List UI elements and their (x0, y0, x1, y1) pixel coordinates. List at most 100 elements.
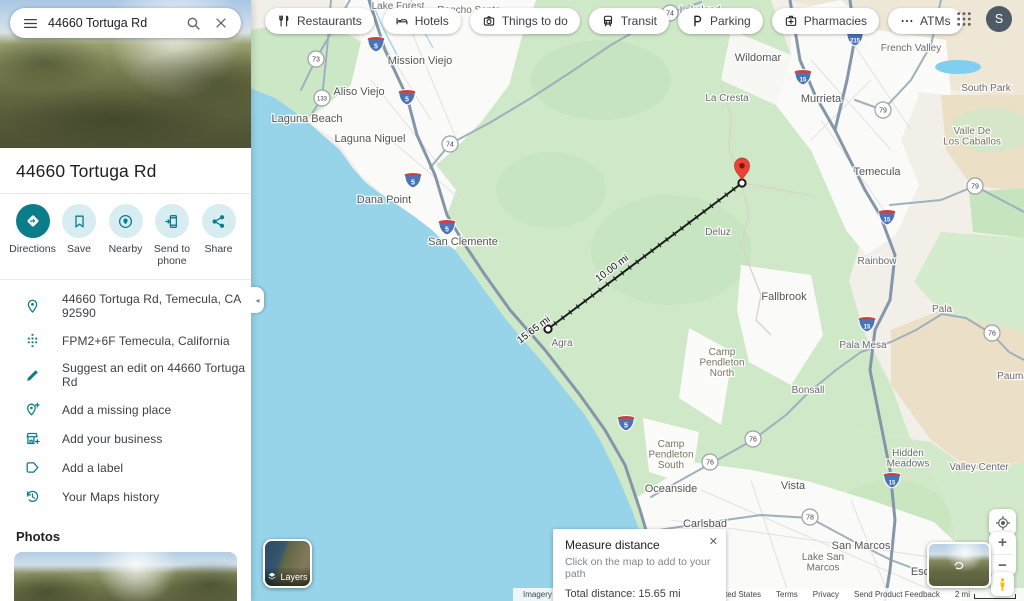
detail-text: Add a missing place (62, 403, 171, 417)
route-shield-76: 76 (745, 431, 761, 447)
place-title-block: 44660 Tortuga Rd (0, 148, 251, 194)
detail-text: Suggest an edit on 44660 Tortuga Rd (62, 361, 251, 389)
action-label: Nearby (109, 243, 143, 255)
svg-text:76: 76 (988, 331, 996, 338)
route-shield-78: 78 (802, 509, 818, 525)
measure-popup-title: Measure distance (565, 538, 714, 552)
chip-label: Hotels (415, 14, 449, 28)
detail-row[interactable]: Your Maps history (0, 482, 251, 511)
svg-text:5: 5 (405, 97, 409, 104)
label-icon (24, 459, 41, 476)
map-top-right: S (956, 6, 1012, 32)
detail-row[interactable]: 44660 Tortuga Rd, Temecula, CA 92590 (0, 286, 251, 326)
account-avatar[interactable]: S (986, 6, 1012, 32)
search-icon[interactable] (183, 13, 203, 33)
chip-label: Restaurants (297, 14, 362, 28)
pharmacies-icon (784, 14, 798, 28)
directions-icon (16, 204, 50, 238)
action-send-to-phone[interactable]: Send to phone (150, 204, 195, 267)
detail-text: Your Maps history (62, 490, 159, 504)
place-hero-photo[interactable] (0, 0, 251, 148)
chip-hotels[interactable]: Hotels (383, 8, 461, 34)
chip-label: Pharmacies (804, 14, 867, 28)
map-label: Pauma (997, 371, 1024, 382)
map-label: San Clemente (428, 236, 498, 248)
photos-heading: Photos (0, 515, 251, 552)
chip-transit[interactable]: Transit (589, 8, 669, 34)
things-to-do-icon (482, 14, 496, 28)
detail-text: Add your business (62, 432, 162, 446)
detail-row[interactable]: Add your business (0, 424, 251, 453)
chip-restaurants[interactable]: Restaurants (265, 8, 374, 34)
measure-distance-popup: ✕ Measure distance Click on the map to a… (553, 529, 726, 601)
map-label: Pala (932, 304, 952, 315)
menu-icon[interactable] (20, 13, 40, 33)
map-label: Dana Point (357, 194, 411, 206)
pencil-icon (24, 367, 41, 384)
google-apps-icon[interactable] (956, 11, 972, 27)
svg-text:79: 79 (971, 184, 979, 191)
detail-row[interactable]: Add a missing place (0, 395, 251, 424)
action-nearby[interactable]: Nearby (103, 204, 148, 267)
streetview-preview-thumbnail[interactable] (927, 542, 991, 588)
search-input[interactable] (48, 16, 175, 30)
attribution-link[interactable]: Terms (776, 590, 798, 599)
map-label: Agra (551, 338, 573, 349)
action-label: Directions (9, 243, 56, 255)
action-label: Share (204, 243, 232, 255)
chip-parking[interactable]: Parking (678, 8, 763, 34)
chip-atms[interactable]: ATMs (888, 8, 962, 34)
chip-things-to-do[interactable]: Things to do (470, 8, 580, 34)
search-bar[interactable] (10, 8, 241, 38)
svg-text:73: 73 (312, 57, 320, 64)
pegman-control[interactable] (991, 572, 1014, 596)
detail-row[interactable]: Suggest an edit on 44660 Tortuga Rd (0, 355, 251, 395)
collapse-side-panel-button[interactable]: ◂ (251, 287, 264, 313)
svg-text:15: 15 (889, 481, 896, 487)
plus-code-icon (24, 332, 41, 349)
place-details: 44660 Tortuga Rd, Temecula, CA 92590 FPM… (0, 280, 251, 515)
category-chips: Restaurants Hotels Things to do Transit Park… (265, 8, 963, 34)
detail-row[interactable]: FPM2+6F Temecula, California (0, 326, 251, 355)
map-label: Lake SanMarcos (802, 552, 844, 574)
map-label: Fallbrook (761, 291, 807, 303)
route-shield-74: 74 (442, 136, 458, 152)
chip-label: ATMs (920, 14, 950, 28)
map-label: Vista (781, 480, 806, 492)
map-label: Bonsall (792, 385, 825, 396)
route-shield-133: 133 (314, 90, 330, 106)
svg-text:76: 76 (706, 460, 714, 467)
svg-text:76: 76 (749, 437, 757, 444)
attribution-link[interactable]: Send Product Feedback (854, 590, 940, 599)
svg-text:15: 15 (884, 218, 891, 224)
map-canvas[interactable]: 5555515151515215731337474797976767678 La… (251, 0, 1024, 601)
measure-popup-subtitle: Click on the map to add to your path (565, 556, 714, 580)
layers-button[interactable]: Layers (263, 539, 312, 588)
map-label: Rainbow (858, 256, 898, 267)
action-directions[interactable]: Directions (10, 204, 55, 267)
place-photo-thumbnail[interactable] (14, 552, 237, 601)
attribution-link[interactable]: Privacy (813, 590, 839, 599)
send-to-phone-icon (155, 204, 189, 238)
share-icon (202, 204, 236, 238)
chip-pharmacies[interactable]: Pharmacies (772, 8, 879, 34)
restaurants-icon (277, 14, 291, 28)
close-measure-popup-icon[interactable]: ✕ (709, 535, 718, 548)
map-label: Aliso Viejo (333, 86, 384, 98)
zoom-in-button[interactable]: + (989, 532, 1016, 554)
svg-text:215: 215 (850, 39, 861, 45)
action-share[interactable]: Share (196, 204, 241, 267)
svg-text:74: 74 (446, 142, 454, 149)
add-place-icon (24, 401, 41, 418)
action-label: Save (67, 243, 91, 255)
svg-text:5: 5 (411, 180, 415, 187)
detail-row[interactable]: Add a label (0, 453, 251, 482)
attribution-links: United StatesTermsPrivacySend Product Fe… (713, 590, 940, 599)
svg-text:15: 15 (800, 78, 807, 84)
map-label: Wildomar (735, 52, 782, 64)
clear-search-icon[interactable] (211, 13, 231, 33)
action-save[interactable]: Save (57, 204, 102, 267)
route-shield-79: 79 (967, 178, 983, 194)
detail-text: FPM2+6F Temecula, California (62, 334, 230, 348)
add-business-icon (24, 430, 41, 447)
